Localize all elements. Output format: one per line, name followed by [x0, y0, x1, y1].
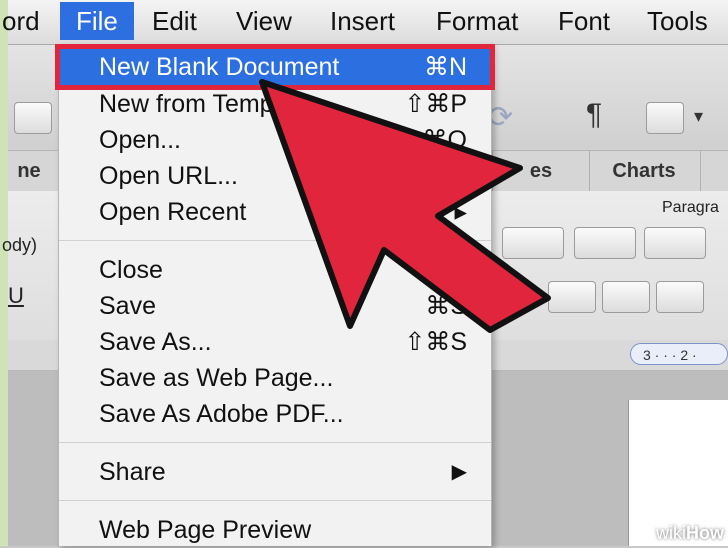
watermark-wiki: wiki — [656, 523, 686, 543]
wikihow-logo: wikiHow — [656, 523, 724, 544]
annotation-arrow-icon — [259, 79, 551, 333]
watermark-how: How — [686, 523, 724, 543]
